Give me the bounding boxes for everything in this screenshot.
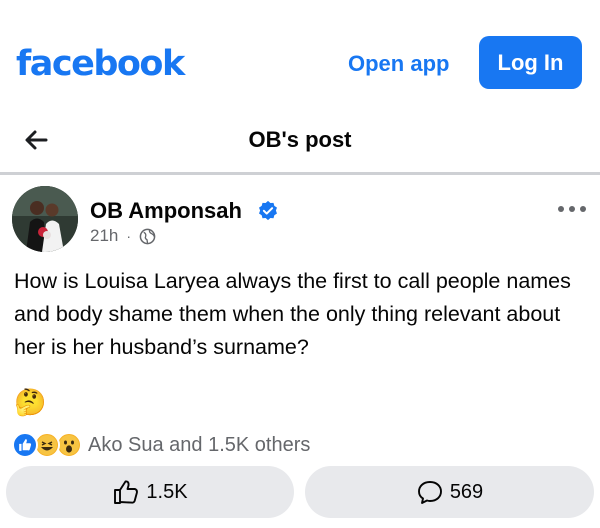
open-app-link[interactable]: Open app <box>348 48 449 80</box>
comment-icon <box>417 481 442 504</box>
meta-separator: · <box>126 228 132 244</box>
post-meta: 21h · <box>90 226 156 246</box>
more-options-icon[interactable] <box>557 204 587 214</box>
verified-badge-icon <box>259 200 277 221</box>
post-header-bar: OB's post <box>0 108 600 170</box>
thumbs-up-icon <box>114 480 139 504</box>
thinking-face-emoji: 🤔 <box>14 387 47 417</box>
facebook-mobile-post-page: facebook Open app Log In OB's post OB Am… <box>0 0 600 528</box>
author-avatar[interactable] <box>12 186 78 252</box>
reaction-icons <box>12 432 84 458</box>
comment-button[interactable]: 569 <box>305 466 594 518</box>
globe-icon <box>139 228 156 244</box>
comment-count: 569 <box>449 480 484 503</box>
like-reaction-icon <box>12 432 38 458</box>
login-button[interactable]: Log In <box>479 36 582 89</box>
reactions-summary[interactable]: Ako Sua and 1.5K others <box>12 432 310 458</box>
post-text: How is Louisa Laryea always the first to… <box>14 269 571 359</box>
facebook-logo[interactable]: facebook <box>16 40 185 88</box>
like-count: 1.5K <box>146 480 188 503</box>
top-bar: facebook Open app Log In <box>0 0 600 100</box>
author-name[interactable]: OB Amponsah <box>90 197 242 225</box>
like-button[interactable]: 1.5K <box>6 466 294 518</box>
post-time[interactable]: 21h <box>90 226 118 246</box>
page-title: OB's post <box>248 127 352 152</box>
reaction-summary-text: Ako Sua and 1.5K others <box>88 433 311 456</box>
header-divider <box>0 172 600 175</box>
